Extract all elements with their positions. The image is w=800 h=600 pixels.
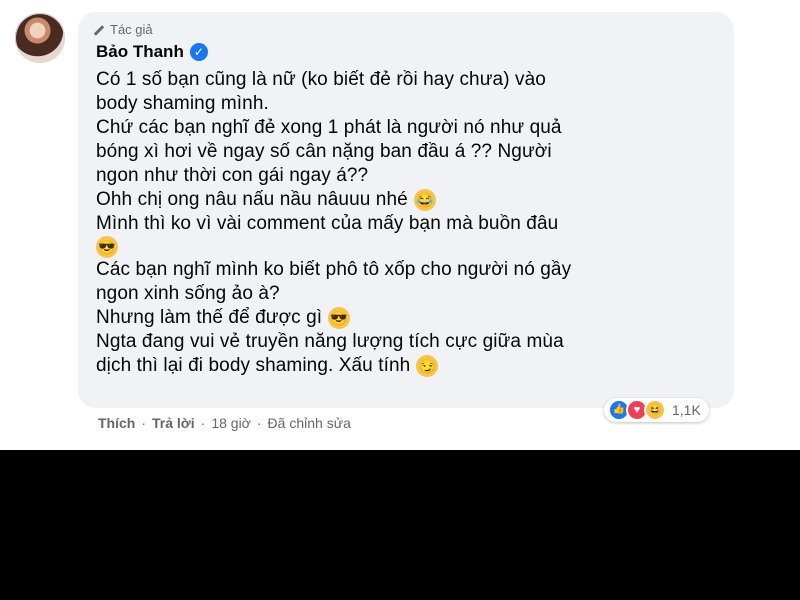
haha-icon xyxy=(644,399,666,421)
like-button[interactable]: Thích xyxy=(98,415,135,431)
author-avatar[interactable] xyxy=(15,13,65,63)
comment-line: ngon xinh sống ảo à? xyxy=(96,282,716,306)
pencil-icon xyxy=(92,23,106,37)
comment-actions: Thích · Trả lời · 18 giờ · Đã chỉnh sửa xyxy=(98,415,351,431)
author-row: Bảo Thanh ✓ xyxy=(96,42,208,62)
author-badge: Tác giả xyxy=(92,22,153,37)
comment-line-text: Ngta đang vui vẻ truyền năng lượng tích … xyxy=(96,331,564,352)
comment-line: bóng xì hơi về ngay số cân nặng ban đầu … xyxy=(96,140,716,164)
comment-line-text: ngon như thời con gái ngay á?? xyxy=(96,165,369,186)
sunglasses-emoji-icon xyxy=(328,307,351,329)
comment-line: Mình thì ko vì vài comment của mấy bạn m… xyxy=(96,212,716,236)
edited-label[interactable]: Đã chỉnh sửa xyxy=(268,415,351,431)
comment-text: Có 1 số bạn cũng là nữ (ko biết đẻ rồi h… xyxy=(96,68,716,378)
reaction-summary[interactable]: 1,1K xyxy=(604,398,709,422)
author-name[interactable]: Bảo Thanh xyxy=(96,42,184,62)
separator-dot: · xyxy=(256,415,262,431)
separator-dot: · xyxy=(141,415,147,431)
separator-dot: · xyxy=(200,415,206,431)
comment-thread: Tác giả Bảo Thanh ✓ Có 1 số bạn cũng là … xyxy=(0,0,800,450)
verified-check-icon: ✓ xyxy=(189,43,208,61)
comment-line-text: body shaming mình. xyxy=(96,93,269,114)
comment-line-text: Chứ các bạn nghĩ đẻ xong 1 phát là người… xyxy=(96,117,562,138)
comment-line: ngon như thời con gái ngay á?? xyxy=(96,164,716,188)
comment-line: Ohh chị ong nâu nấu nầu nâuuu nhé xyxy=(96,188,716,212)
author-badge-label: Tác giả xyxy=(110,22,153,37)
black-letterbox-bar xyxy=(0,450,800,600)
laughing-emoji-icon xyxy=(413,189,436,211)
comment-line-text: Mình thì ko vì vài comment của mấy bạn m… xyxy=(96,213,559,234)
reply-button[interactable]: Trả lời xyxy=(152,415,195,431)
comment-line: Có 1 số bạn cũng là nữ (ko biết đẻ rồi h… xyxy=(96,68,716,92)
comment-line-text: Các bạn nghĩ mình ko biết phô tô xốp cho… xyxy=(96,259,572,280)
comment-line-text: ngon xinh sống ảo à? xyxy=(96,283,280,304)
comment-line: Chứ các bạn nghĩ đẻ xong 1 phát là người… xyxy=(96,116,716,140)
comment-line-text: Nhưng làm thế để được gì xyxy=(96,307,323,328)
comment-bubble: Tác giả Bảo Thanh ✓ Có 1 số bạn cũng là … xyxy=(78,12,734,408)
comment-line: Ngta đang vui vẻ truyền năng lượng tích … xyxy=(96,330,716,354)
reaction-count: 1,1K xyxy=(672,402,701,418)
comment-line: dịch thì lại đi body shaming. Xấu tính xyxy=(96,354,716,378)
comment-line: body shaming mình. xyxy=(96,92,716,116)
comment-line xyxy=(96,236,716,258)
sunglasses-emoji-icon xyxy=(96,236,118,258)
comment-line-text: bóng xì hơi về ngay số cân nặng ban đầu … xyxy=(96,141,552,162)
comment-line-text: dịch thì lại đi body shaming. Xấu tính xyxy=(96,355,411,376)
comment-timestamp[interactable]: 18 giờ xyxy=(211,415,251,431)
smirk-emoji-icon xyxy=(416,355,439,377)
comment-line-text: Có 1 số bạn cũng là nữ (ko biết đẻ rồi h… xyxy=(96,69,546,90)
comment-line: Các bạn nghĩ mình ko biết phô tô xốp cho… xyxy=(96,258,716,282)
comment-line: Nhưng làm thế để được gì xyxy=(96,306,716,330)
comment-line-text: Ohh chị ong nâu nấu nầu nâuuu nhé xyxy=(96,189,408,210)
